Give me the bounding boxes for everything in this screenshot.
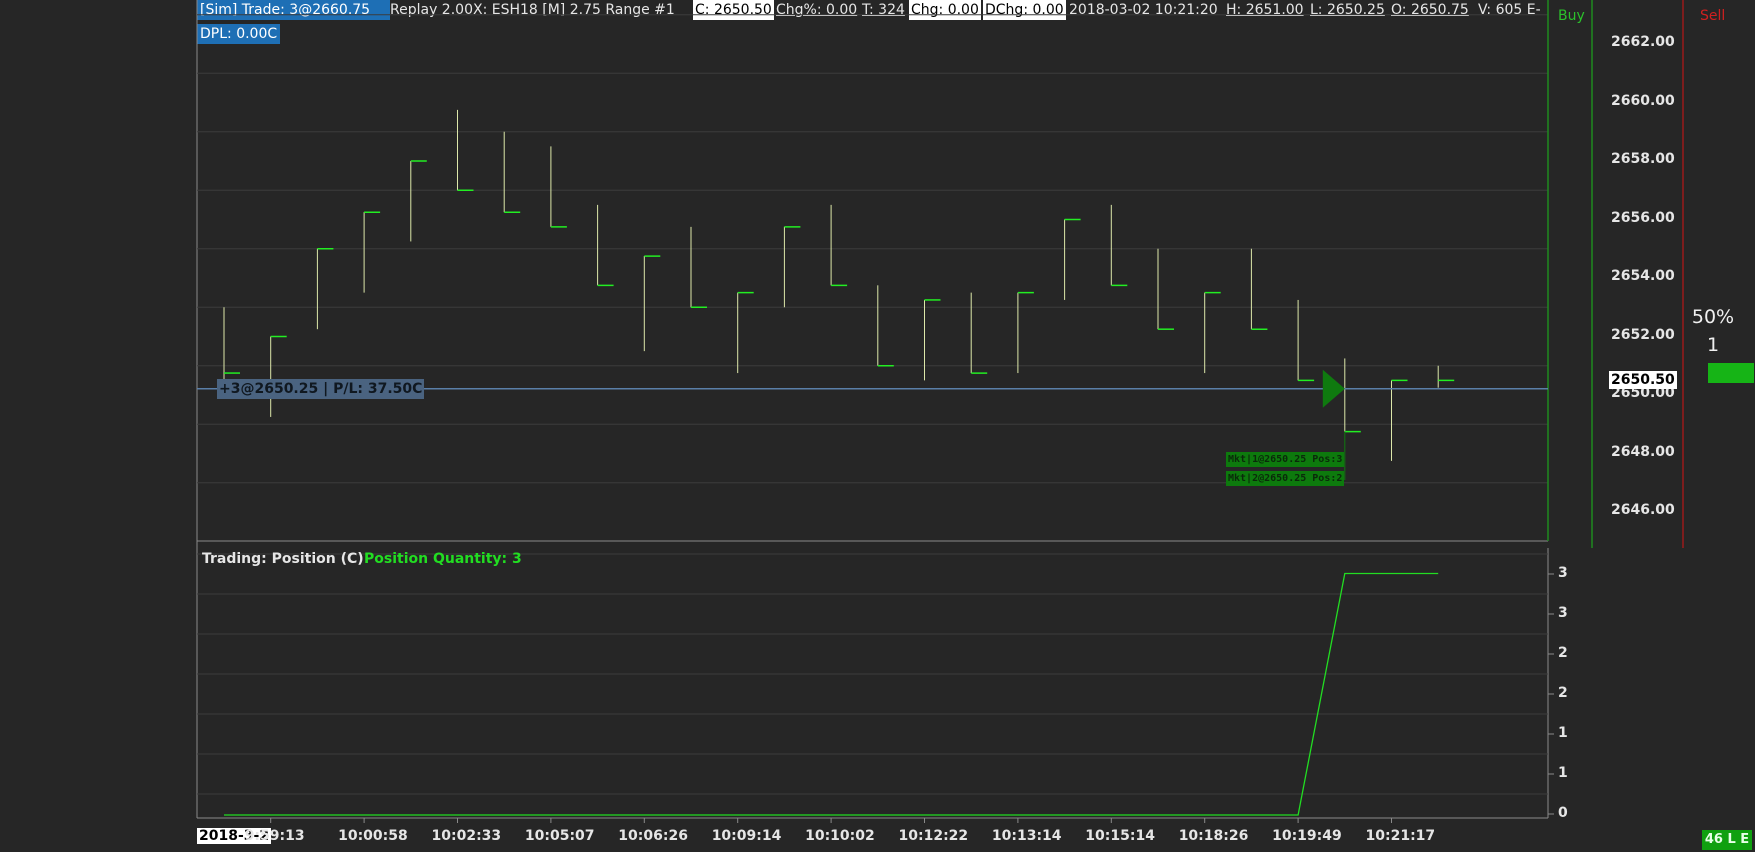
position-label[interactable]: +3@2650.25 | P/L: 37.50C (217, 379, 425, 399)
fill-tag[interactable]: Mkt|2@2650.25 Pos:2 (1226, 471, 1345, 486)
time-axis-label: 10:02:33 (431, 828, 502, 844)
dom-bid-bar[interactable] (1708, 363, 1754, 383)
price-axis-tick: 2648.00 (1611, 443, 1675, 460)
price-chart[interactable] (0, 0, 1755, 852)
sell-column-label[interactable]: Sell (1700, 8, 1725, 24)
fill-tag[interactable]: Mkt|1@2650.25 Pos:3 (1226, 452, 1345, 467)
subgraph-axis-tick: 3 (1558, 605, 1568, 621)
time-axis-label: 10:19:49 (1272, 828, 1342, 844)
subgraph-axis-tick: 1 (1558, 765, 1568, 781)
time-axis-label: 10:09:14 (711, 828, 782, 844)
time-axis-label: 9:59:13 (244, 828, 305, 844)
time-axis-label: 10:10:02 (805, 828, 875, 844)
price-axis-tick: 2654.00 (1611, 268, 1675, 284)
position-quantity-label: Position Quantity: 3 (364, 551, 522, 567)
time-axis-label: 10:06:26 (618, 828, 688, 844)
position-quantity-line (224, 572, 1439, 816)
subgraph-axis-tick: 1 (1558, 725, 1568, 741)
time-axis-label: 10:21:17 (1365, 828, 1436, 844)
fill-entry-arrow-icon (1322, 369, 1345, 408)
subgraph-axis-tick: 2 (1558, 645, 1568, 661)
subgraph-axis-tick: 2 (1558, 685, 1568, 701)
price-axis-tick: 2662.00 (1611, 34, 1675, 50)
price-axis-tick: 2646.00 (1611, 502, 1675, 518)
subgraph-axis-tick: 3 (1558, 565, 1568, 581)
status-badge[interactable]: 46 L E (1702, 830, 1752, 850)
dom-percent: 50% (1691, 306, 1735, 328)
subgraph-title: Trading: Position (C) (202, 551, 364, 567)
subgraph-axis-tick: 0 (1558, 805, 1568, 821)
time-axis-label: 10:13:14 (991, 828, 1062, 844)
time-axis-label: 10:18:26 (1178, 828, 1249, 844)
price-axis-tick: 2660.00 (1611, 92, 1675, 109)
chart-grid (196, 0, 1684, 819)
position-subgraph (224, 572, 1554, 823)
buy-column-label[interactable]: Buy (1558, 8, 1585, 24)
time-axis-label: 10:00:58 (338, 828, 408, 844)
price-bars (223, 109, 1455, 461)
time-axis-label: 10:05:07 (524, 828, 595, 844)
time-axis-label: 10:15:14 (1085, 828, 1155, 844)
chart-window: [Sim] Trade: 3@2660.75 Replay 2.00X: ESH… (0, 0, 1755, 852)
price-axis-tick: 2656.00 (1611, 209, 1675, 226)
current-price-marker: 2650.50 (1609, 371, 1677, 389)
dom-quantity: 1 (1706, 334, 1720, 356)
price-axis-tick: 2658.00 (1611, 151, 1675, 167)
price-axis-tick: 2652.00 (1611, 326, 1675, 343)
time-axis-label: 10:12:22 (898, 828, 969, 844)
